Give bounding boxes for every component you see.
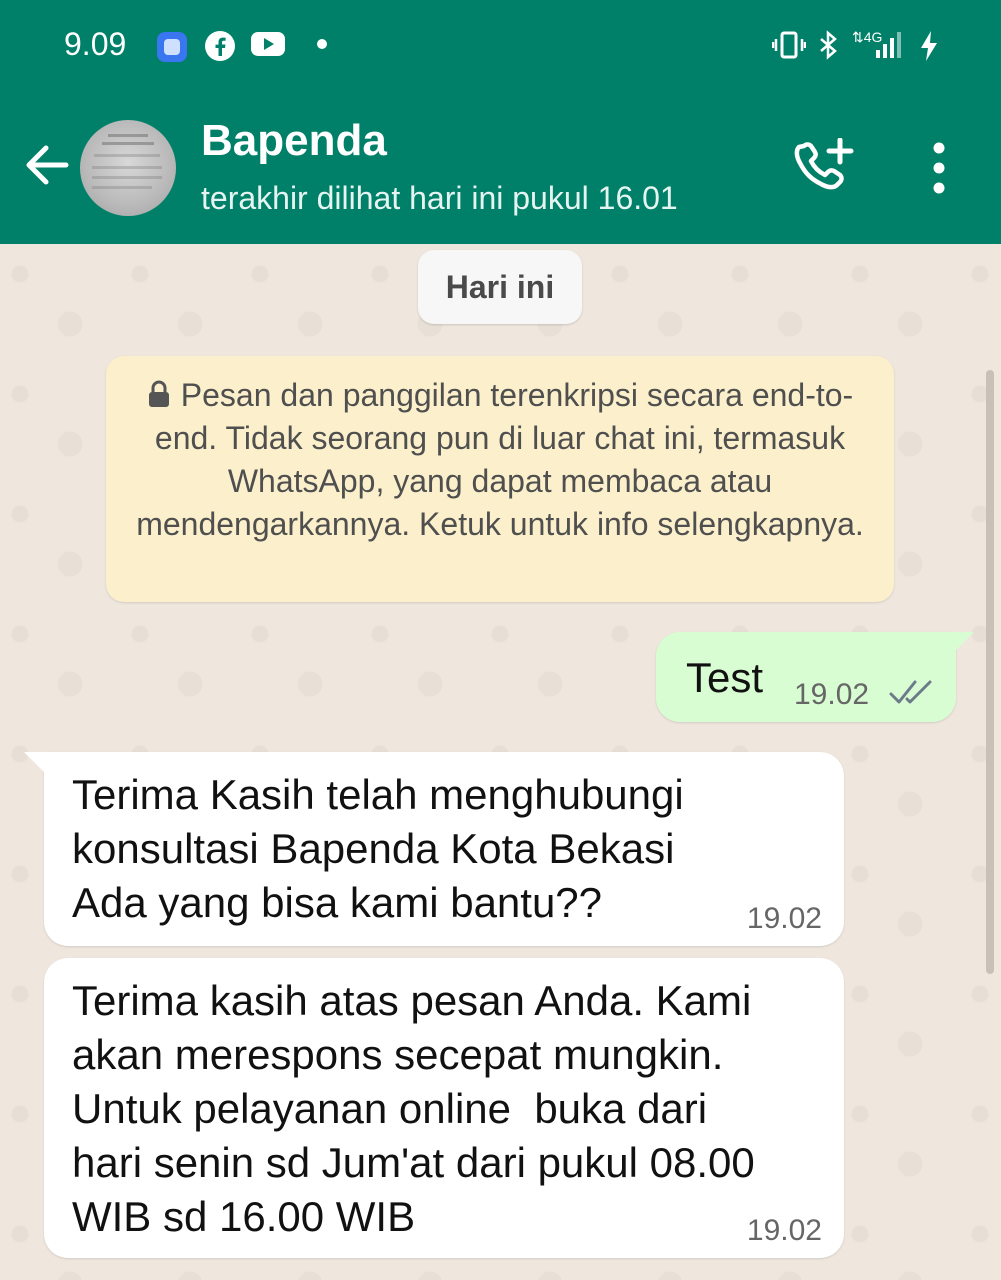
- message-time: 19.02: [746, 1214, 822, 1247]
- back-arrow-icon[interactable]: [22, 140, 72, 190]
- message-incoming[interactable]: Terima kasih atas pesan Anda. Kami akan …: [44, 958, 844, 1258]
- notification-dot-icon: [317, 39, 327, 49]
- youtube-icon: [251, 32, 285, 56]
- message-text: Test: [686, 654, 764, 701]
- chat-scrollbar[interactable]: [986, 370, 994, 974]
- charging-icon: [921, 31, 937, 61]
- status-time: 9.09: [64, 26, 127, 62]
- svg-text:⇅4G: ⇅4G: [852, 29, 882, 45]
- lock-icon: [148, 380, 169, 407]
- status-bar: 9.09 ⇅4G: [0, 0, 1001, 90]
- app-header: 9.09 ⇅4G Bapenda terakhir dilihat hari i…: [0, 0, 1001, 244]
- add-call-icon[interactable]: [794, 138, 854, 198]
- signal-app-icon: [157, 32, 187, 62]
- message-time: 19.02: [746, 902, 822, 935]
- message-text: Terima Kasih telah menghubungi konsultas…: [72, 771, 684, 926]
- facebook-icon: [205, 31, 235, 61]
- vibrate-icon: [772, 31, 806, 59]
- contact-avatar[interactable]: [80, 120, 176, 216]
- double-check-icon: [889, 680, 932, 704]
- date-chip: Hari ini: [418, 250, 582, 324]
- signal-bars-icon: ⇅4G: [852, 29, 901, 58]
- message-text: Terima kasih atas pesan Anda. Kami akan …: [72, 977, 755, 1240]
- message-incoming[interactable]: Terima Kasih telah menghubungi konsultas…: [24, 752, 844, 946]
- last-seen-status: terakhir dilihat hari ini pukul 16.01: [201, 180, 678, 216]
- encryption-notice[interactable]: Pesan dan panggilan terenkripsi secara e…: [106, 356, 894, 602]
- encryption-notice-text: Pesan dan panggilan terenkripsi secara e…: [136, 377, 864, 542]
- message-outgoing[interactable]: Test 19.02: [656, 632, 974, 722]
- message-time: 19.02: [794, 678, 870, 711]
- bluetooth-icon: [820, 30, 837, 60]
- more-vert-icon[interactable]: [922, 140, 956, 196]
- contact-name[interactable]: Bapenda: [201, 116, 387, 166]
